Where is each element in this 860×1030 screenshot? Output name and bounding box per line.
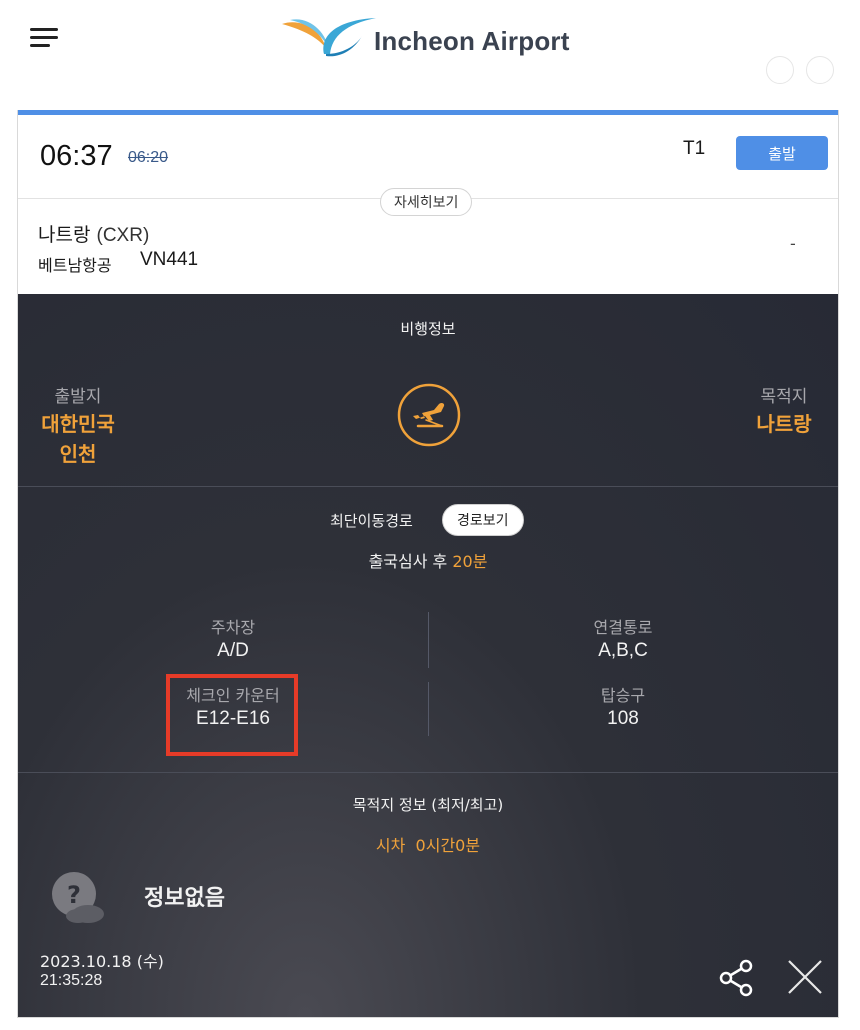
scheduled-time: 06:20 xyxy=(128,149,169,166)
view-details-button[interactable]: 자세히보기 xyxy=(380,188,473,216)
header-action-circle-2[interactable] xyxy=(806,56,834,84)
immigration-time-text: 출국심사 후 20분 xyxy=(18,548,838,572)
view-route-button[interactable]: 경로보기 xyxy=(442,504,524,536)
terminal-label: T1 xyxy=(683,138,706,159)
destination-name: 나트랑 xyxy=(38,224,91,246)
flight-info-panel: 비행정보 출발지 대한민국 인천 목적지 나트랑 최단이동경로 경로보기 출국심… xyxy=(18,294,838,1017)
immigration-prefix: 출국심사 후 xyxy=(368,552,453,571)
parking-value: A/D xyxy=(217,640,249,661)
section-divider xyxy=(18,486,838,487)
extra-info: - xyxy=(790,234,796,253)
close-icon[interactable] xyxy=(784,956,826,998)
current-time: 21:35:28 xyxy=(40,972,103,989)
immigration-minutes: 20분 xyxy=(452,552,488,571)
destination-label: 목적지 xyxy=(760,387,808,407)
incheon-airport-logo[interactable]: Incheon Airport xyxy=(280,14,580,64)
departure-plane-icon xyxy=(397,383,461,447)
column-divider-1 xyxy=(428,612,429,668)
connection-label: 연결통로 xyxy=(593,618,653,637)
flight-card: 06:37 06:20 T1 출발 자세히보기 나트랑 (CXR) 베트남항공 … xyxy=(17,110,839,1018)
weather-status-text: 정보없음 xyxy=(144,886,225,911)
header-action-circle-1[interactable] xyxy=(766,56,794,84)
app-header: Incheon Airport xyxy=(0,0,860,84)
column-divider-2 xyxy=(428,682,429,736)
current-date: 2023.10.18 (수) xyxy=(40,952,164,971)
origin-city: 인천 xyxy=(59,442,97,466)
card-accent-bar xyxy=(18,110,838,115)
logo-text: Incheon Airport xyxy=(374,26,570,56)
origin-label: 출발지 xyxy=(54,387,102,407)
hamburger-menu-icon[interactable] xyxy=(30,28,58,48)
shortest-route-title: 최단이동경로 xyxy=(330,512,413,530)
flight-status-button[interactable]: 출발 xyxy=(736,136,828,170)
time-difference: 시차 0시간0분 xyxy=(18,832,838,856)
timediff-label: 시차 xyxy=(375,836,406,855)
destination-city: 나트랑 xyxy=(756,412,812,436)
checkin-highlight-box xyxy=(166,674,298,756)
section-divider-2 xyxy=(18,772,838,773)
destination-code: (CXR) xyxy=(96,225,150,246)
gate-label: 탑승구 xyxy=(600,686,646,705)
svg-text:?: ? xyxy=(67,881,81,909)
weather-unknown-icon: ? xyxy=(52,872,104,923)
logo-mark-icon xyxy=(282,18,376,57)
flight-number: VN441 xyxy=(140,249,199,270)
actual-time: 06:37 xyxy=(40,140,113,172)
flight-info-title: 비행정보 xyxy=(400,320,456,338)
airline-name: 베트남항공 xyxy=(38,256,112,275)
origin-country: 대한민국 xyxy=(41,412,115,436)
timediff-value: 0시간0분 xyxy=(415,836,481,855)
gate-value: 108 xyxy=(607,708,639,729)
destination-info-title: 목적지 정보 (최저/최고) xyxy=(352,796,504,814)
destination-line: 나트랑 (CXR) xyxy=(38,220,149,247)
parking-label: 주차장 xyxy=(210,618,256,637)
connection-value: A,B,C xyxy=(598,640,648,661)
share-icon[interactable] xyxy=(714,956,758,1000)
